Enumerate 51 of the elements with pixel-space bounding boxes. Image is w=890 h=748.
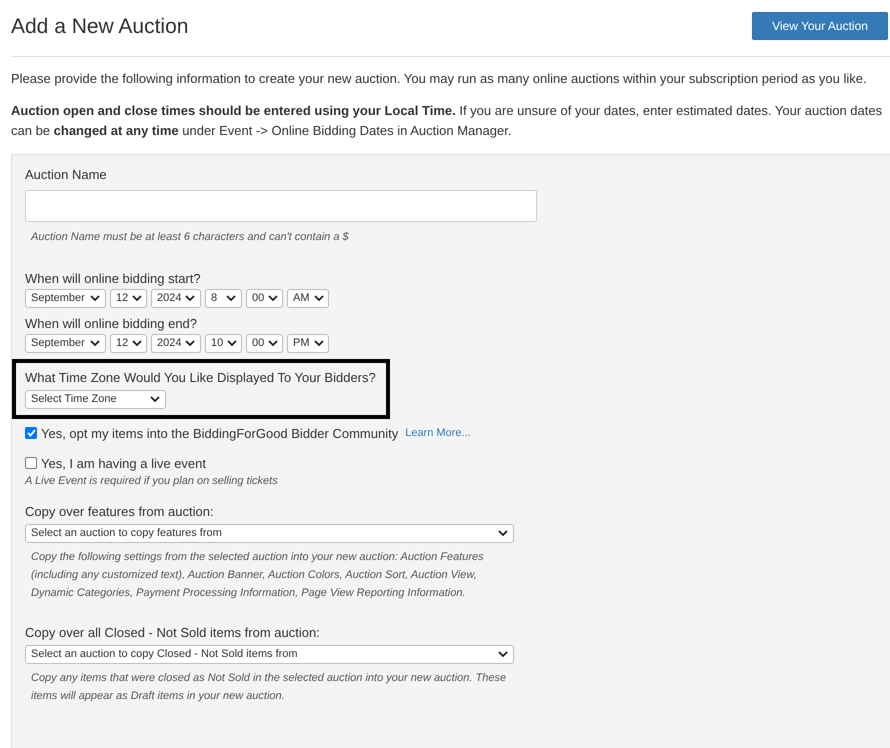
dropdown[interactable]: Select Time Zone [25,390,166,408]
dropdown[interactable]: September [25,334,106,352]
intro-paragraph: Please provide the following information to create your new auction. You may run as many online auctions within your subscription period as you like. [11,70,868,88]
chevron-down-icon [132,294,142,302]
dropdown[interactable]: 2024 [151,334,201,352]
field-label: When will online bidding start? [25,270,202,286]
checkbox-label: Yes, opt my items into the BiddingForGood Bidder Community [41,424,398,442]
dropdown[interactable]: AM [287,288,329,308]
checkbox[interactable] [25,457,37,469]
auction-name-input[interactable] [25,190,537,222]
dropdown[interactable]: Select an auction to copy features from [25,524,514,542]
chevron-down-icon [268,340,278,346]
chevron-down-icon [226,294,236,302]
dropdown[interactable]: 8 [205,288,242,308]
dropdown[interactable]: 12 [110,288,147,308]
chevron-down-icon [90,340,100,346]
checkmark-icon [26,429,36,437]
field-label: Auction Name [25,166,108,182]
chevron-down-icon [314,340,324,346]
chevron-down-icon [314,294,324,302]
description-text: Copy any items that were closed as Not Sold in the selected auction into your new auction. These items will appear as Draft items in your new auction. [31,670,508,704]
dropdown[interactable]: 10 [205,334,242,352]
intro-paragraph: Auction open and close times should be entered using your Local Time. If you are unsure of your dates, enter estimated dates. Your auction dates can be changed at any time under Event -> Online Bidding Dates in Auction Manager. [11,102,884,140]
field-label: Copy over features from auction: [25,502,215,520]
learn-more-link[interactable]: Learn More... [405,424,471,442]
chevron-down-icon [498,530,508,536]
field-label: Copy over all Closed - Not Sold items from auction: [25,624,321,640]
chevron-down-icon [132,340,142,346]
chevron-down-icon [498,650,508,658]
dropdown[interactable]: PM [287,334,329,352]
hint-text: Auction Name must be at least 6 characters and can't contain a $ [31,230,350,244]
chevron-down-icon [268,294,278,302]
field-label: What Time Zone Would You Like Displayed To Your Bidders? [25,368,377,386]
dropdown[interactable]: Select an auction to copy Closed - Not Sold items from [25,644,514,664]
checkbox[interactable] [25,427,37,439]
dropdown[interactable]: September [25,288,106,308]
dropdown[interactable]: 00 [246,334,283,352]
dropdown[interactable]: 00 [246,288,283,308]
description-text: Copy the following settings from the selected auction into your new auction: Auction Features (including any customized text), Auction Banner, Auction Colors, Auction Sort, Auction View, Dynamic Categories, Payment Processing Information, Page View Reporting Information. [31,550,485,600]
note-text: A Live Event is required if you plan on selling tickets [25,474,279,488]
page-title: Add a New Auction [11,14,188,40]
field-label: When will online bidding end? [25,314,198,332]
dropdown[interactable]: 12 [110,334,147,352]
chevron-down-icon [227,340,238,346]
chevron-down-icon [185,294,196,302]
view-auction-button[interactable]: View Your Auction [752,12,888,40]
chevron-down-icon [90,294,100,302]
chevron-down-icon [150,396,160,402]
checkbox-label: Yes, I am having a live event [41,454,206,472]
chevron-down-icon [185,340,196,346]
dropdown[interactable]: 2024 [151,288,201,308]
